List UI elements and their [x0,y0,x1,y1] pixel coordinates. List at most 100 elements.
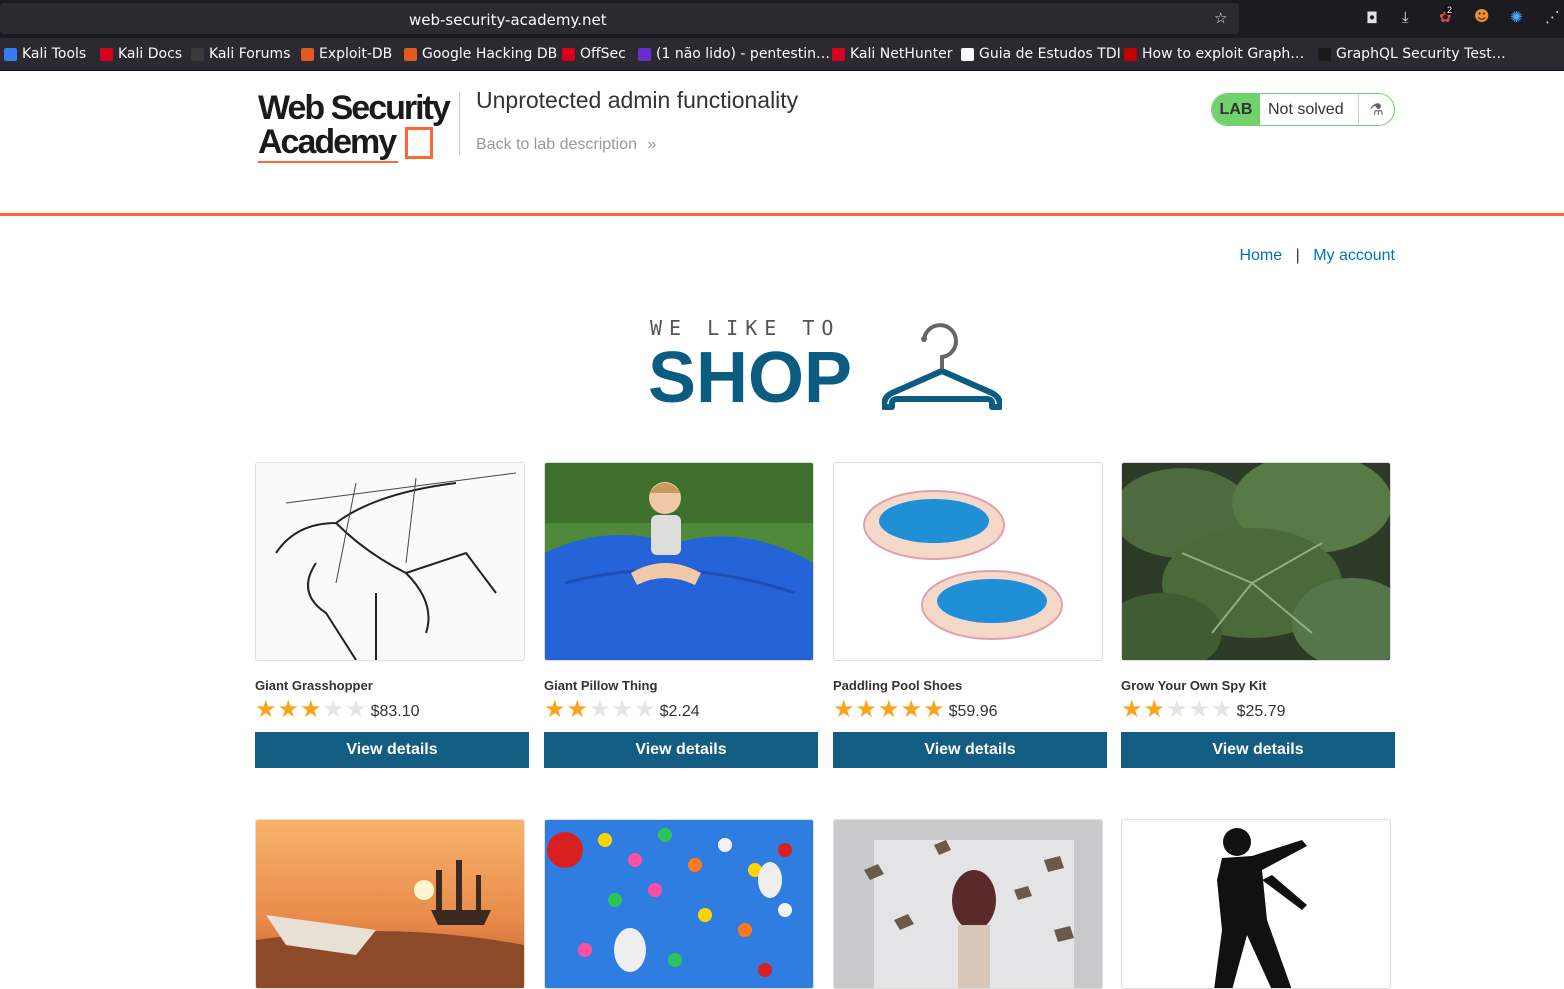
product-price: $2.24 [659,702,700,720]
page-nav: Home | My account [1239,247,1395,265]
product-card [833,819,1107,989]
view-details-button[interactable]: View details [544,732,818,768]
star-icon: ★ [1121,695,1143,723]
address-bar[interactable]: web-security-academy.net ☆ [0,3,1239,34]
product-price: $25.79 [1236,702,1286,720]
product-name: Paddling Pool Shoes [833,678,963,693]
star-icon: ★ [255,695,277,723]
bookmark-guia-estudos[interactable]: Guia de Estudos TDI [961,46,1121,62]
nav-separator: | [1295,247,1300,264]
notion-icon [961,47,974,61]
product-image-paper-boat [255,819,525,989]
product-card: Paddling Pool Shoes ★ ★ ★ ★ ★ $59.96 View de… [833,462,1107,768]
product-card [1121,819,1395,989]
bookmark-star-icon[interactable]: ☆ [1214,11,1227,26]
bookmark-kali-nethunter[interactable]: Kali NetHunter [832,46,952,62]
product-name: Giant Pillow Thing [544,678,658,693]
ghdb-icon [404,47,417,61]
menu-overflow-icon[interactable]: ⋰ [1545,10,1560,25]
product-card: Giant Pillow Thing ★ ★ ★ ★ ★ $2.24 View deta… [544,462,818,768]
star-icon: ★ [1166,695,1188,723]
lab-badge: LAB [1212,94,1260,125]
home-link[interactable]: Home [1239,247,1282,264]
product-rating-row: ★ ★ ★ ★ ★ $59.96 [833,697,1107,721]
banner-tagline: WE LIKE TO [650,316,841,340]
bookmark-kali-tools[interactable]: Kali Tools [4,46,86,62]
star-icon: ★ [923,695,945,723]
star-icon: ★ [855,695,878,723]
star-icon: ★ [1143,695,1166,723]
view-details-button[interactable]: View details [255,732,529,768]
mail-icon [638,47,651,61]
kali-forums-icon [191,47,204,61]
product-card: Grow Your Own Spy Kit ★ ★ ★ ★ ★ $25.79 View … [1121,462,1395,768]
product-rating-row: ★ ★ ★ ★ ★ $83.10 [255,697,529,721]
hanger-icon [882,323,1002,410]
product-image-balloons [544,819,814,989]
star-icon: ★ [300,695,322,723]
product-image-spy-kit [1121,462,1391,661]
shop-banner: WE LIKE TO SHOP [648,316,1008,416]
bookmark-kali-docs[interactable]: Kali Docs [100,46,182,62]
back-to-lab-description-link[interactable]: Back to lab description » [476,136,656,154]
bookmark-exploit-db[interactable]: Exploit-DB [301,46,392,62]
product-image-flying-books [833,819,1103,989]
bookmark-graphql-exploit[interactable]: How to exploit Graph… [1124,46,1304,62]
view-details-button[interactable]: View details [833,732,1107,768]
bookmark-pentesting-mail[interactable]: (1 não lido) - pentestin… [638,46,830,62]
kali-tools-icon [4,47,17,61]
star-icon: ★ [566,695,589,723]
product-rating-row: ★ ★ ★ ★ ★ $2.24 [544,697,818,721]
product-price: $59.96 [948,702,998,720]
star-icon: ★ [322,695,345,723]
view-details-button[interactable]: View details [1121,732,1395,768]
header-divider [459,92,460,155]
bookmark-google-hacking-db[interactable]: Google Hacking DB [404,46,557,62]
web-security-academy-logo[interactable]: Web Security Academy [258,91,458,163]
nethunter-icon [832,47,845,61]
star-rating: ★ ★ ★ ★ ★ [255,697,368,721]
download-icon[interactable]: ⤓ [1402,10,1409,25]
bookmark-graphql-security[interactable]: GraphQL Security Test… [1318,46,1506,62]
star-icon: ★ [634,695,656,723]
logo-underline [258,161,398,163]
bookmarks-toolbar: Kali Tools Kali Docs Kali Forums Exploit… [0,38,1564,71]
product-rating-row: ★ ★ ★ ★ ★ $25.79 [1121,697,1395,721]
star-icon: ★ [611,695,634,723]
double-chevron-icon: » [647,136,657,153]
banner-title: SHOP [648,338,853,418]
star-rating: ★ ★ ★ ★ ★ [833,697,946,721]
url-text[interactable]: web-security-academy.net [409,11,607,29]
bookmark-kali-forums[interactable]: Kali Forums [191,46,290,62]
product-name: Grow Your Own Spy Kit [1121,678,1267,693]
bookmark-offsec[interactable]: OffSec [562,46,626,62]
star-icon: ★ [589,695,611,723]
star-icon: ★ [1211,695,1233,723]
star-icon: ★ [544,695,566,723]
product-price: $83.10 [370,702,420,720]
product-image-silhouette [1121,819,1391,989]
product-image-paddling-pools [833,462,1103,661]
offsec-icon [562,47,575,61]
my-account-link[interactable]: My account [1313,247,1395,264]
logo-line1: Web Security [258,89,451,127]
star-rating: ★ ★ ★ ★ ★ [1121,697,1234,721]
product-card [255,819,529,989]
lab-header: Web Security Academy Unprotected admin f… [0,71,1564,216]
lab-title: Unprotected admin functionality [476,87,799,113]
extension-badge: 2 [1445,5,1455,15]
pocket-icon[interactable]: ◘ [1366,11,1378,26]
hacktricks-icon [1124,47,1137,61]
star-rating: ★ ★ ★ ★ ★ [544,697,657,721]
product-image-grasshopper [255,462,525,661]
star-icon: ★ [1188,695,1211,723]
star-icon: ★ [345,695,367,723]
wappalyzer-icon[interactable]: ✺ [1510,10,1523,25]
star-icon: ★ [878,695,900,723]
burp-extension-icon[interactable]: ☻ [1474,9,1490,24]
logo-line2: Academy [258,123,397,161]
star-icon: ★ [833,695,855,723]
lab-status-text: Not solved [1260,94,1359,125]
star-icon: ★ [900,695,923,723]
browser-toolbar: ⛉ 🔒︎ ⚿ web-security-academy.net ☆ ◘ ⤓ ✿ … [0,0,1564,38]
